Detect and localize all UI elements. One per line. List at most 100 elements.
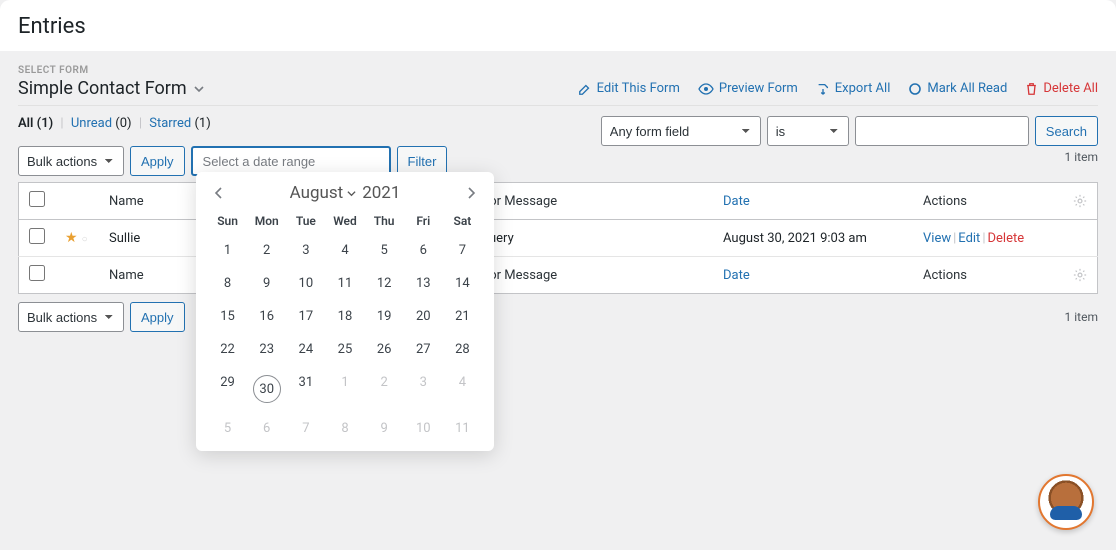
help-mascot-button[interactable]: [1038, 474, 1094, 530]
prev-month-button[interactable]: [208, 182, 230, 204]
form-selector[interactable]: Simple Contact Form: [18, 78, 205, 99]
form-name-text: Simple Contact Form: [18, 78, 187, 99]
calendar-day[interactable]: 23: [247, 333, 286, 366]
star-icon[interactable]: ★: [65, 230, 78, 246]
chevron-down-icon: [193, 83, 205, 95]
calendar-day[interactable]: 8: [325, 412, 364, 445]
table-row[interactable]: ★○ Sullie Pre-Sale Query August 30, 2021…: [19, 220, 1098, 257]
calendar-day[interactable]: 5: [365, 234, 404, 267]
gear-icon[interactable]: [1073, 194, 1087, 208]
select-all-checkbox[interactable]: [29, 191, 45, 207]
preview-form-link[interactable]: Preview Form: [698, 81, 798, 96]
bulk-actions-select[interactable]: Bulk actions: [18, 146, 124, 176]
dow-label: Wed: [325, 210, 364, 234]
calendar-day[interactable]: 19: [365, 300, 404, 333]
calendar-day[interactable]: 6: [247, 412, 286, 445]
item-count-top: 1 item: [1065, 150, 1098, 164]
chevron-down-icon: [347, 189, 356, 198]
calendar-day[interactable]: 8: [208, 267, 247, 300]
pencil-icon: [578, 82, 592, 96]
apply-button-bottom[interactable]: Apply: [130, 302, 185, 332]
col-date[interactable]: Date: [713, 183, 913, 220]
calendar-day[interactable]: 29: [208, 366, 247, 412]
edit-form-label: Edit This Form: [597, 81, 680, 96]
status-unread[interactable]: Unread (0): [71, 116, 132, 131]
calendar-day[interactable]: 3: [404, 366, 443, 412]
export-icon: [816, 82, 830, 96]
calendar-day[interactable]: 20: [404, 300, 443, 333]
calendar-day[interactable]: 24: [286, 333, 325, 366]
calendar-day[interactable]: 13: [404, 267, 443, 300]
calendar-day[interactable]: 1: [208, 234, 247, 267]
search-button[interactable]: Search: [1035, 116, 1098, 146]
calendar-day[interactable]: 7: [443, 234, 482, 267]
eye-icon: [698, 82, 714, 96]
calendar-day[interactable]: 2: [247, 234, 286, 267]
apply-button[interactable]: Apply: [130, 146, 185, 176]
calendar-day[interactable]: 30: [247, 366, 286, 412]
page-title: Entries: [18, 14, 1098, 39]
status-starred[interactable]: Starred (1): [149, 116, 211, 131]
col-actions-foot: Actions: [913, 257, 1063, 294]
search-input[interactable]: [855, 116, 1029, 146]
dow-label: Sun: [208, 210, 247, 234]
delete-all-label: Delete All: [1043, 81, 1098, 96]
calendar-day[interactable]: 12: [365, 267, 404, 300]
calendar-day[interactable]: 10: [404, 412, 443, 445]
row-edit-link[interactable]: Edit: [958, 231, 980, 246]
calendar-day[interactable]: 16: [247, 300, 286, 333]
next-month-button[interactable]: [460, 182, 482, 204]
month-select[interactable]: August: [290, 183, 357, 203]
calendar-day[interactable]: 21: [443, 300, 482, 333]
row-view-link[interactable]: View: [923, 231, 951, 246]
row-delete-link[interactable]: Delete: [988, 231, 1025, 246]
status-links: All (1) | Unread (0) | Starred (1): [18, 116, 211, 131]
calendar-day[interactable]: 26: [365, 333, 404, 366]
field-select[interactable]: Any form field: [601, 116, 761, 146]
calendar-day[interactable]: 17: [286, 300, 325, 333]
trash-icon: [1025, 82, 1038, 96]
calendar-day[interactable]: 31: [286, 366, 325, 412]
select-form-label: SELECT FORM: [18, 65, 1098, 76]
bulk-actions-select-bottom[interactable]: Bulk actions: [18, 302, 124, 332]
calendar-day[interactable]: 14: [443, 267, 482, 300]
edit-form-link[interactable]: Edit This Form: [578, 81, 680, 96]
calendar-day[interactable]: 7: [286, 412, 325, 445]
gear-icon[interactable]: [1073, 268, 1087, 282]
mark-all-read-link[interactable]: Mark All Read: [908, 81, 1007, 96]
entries-table: Name Comment or Message Date Actions ★○ …: [18, 182, 1098, 294]
select-all-checkbox-bottom[interactable]: [29, 265, 45, 281]
dow-label: Thu: [365, 210, 404, 234]
export-all-link[interactable]: Export All: [816, 81, 891, 96]
mark-all-read-label: Mark All Read: [927, 81, 1007, 96]
status-all[interactable]: All (1): [18, 116, 53, 131]
year-label[interactable]: 2021: [362, 183, 400, 203]
calendar-day[interactable]: 11: [443, 412, 482, 445]
col-actions: Actions: [913, 183, 1063, 220]
calendar-day[interactable]: 18: [325, 300, 364, 333]
export-all-label: Export All: [835, 81, 891, 96]
cell-date: August 30, 2021 9:03 am: [713, 220, 913, 257]
calendar-day[interactable]: 15: [208, 300, 247, 333]
calendar-day[interactable]: 3: [286, 234, 325, 267]
calendar-day[interactable]: 4: [325, 234, 364, 267]
operator-select[interactable]: is: [767, 116, 849, 146]
calendar-day[interactable]: 11: [325, 267, 364, 300]
delete-all-link[interactable]: Delete All: [1025, 81, 1098, 96]
calendar-day[interactable]: 5: [208, 412, 247, 445]
calendar-day[interactable]: 9: [247, 267, 286, 300]
calendar-day[interactable]: 6: [404, 234, 443, 267]
calendar-day[interactable]: 27: [404, 333, 443, 366]
calendar-day[interactable]: 1: [325, 366, 364, 412]
read-indicator[interactable]: ○: [82, 234, 88, 245]
calendar-day[interactable]: 25: [325, 333, 364, 366]
calendar-day[interactable]: 10: [286, 267, 325, 300]
calendar-day[interactable]: 4: [443, 366, 482, 412]
row-checkbox[interactable]: [29, 228, 45, 244]
item-count-bottom: 1 item: [1065, 310, 1098, 324]
calendar-day[interactable]: 9: [365, 412, 404, 445]
col-date-foot[interactable]: Date: [713, 257, 913, 294]
calendar-day[interactable]: 2: [365, 366, 404, 412]
calendar-day[interactable]: 22: [208, 333, 247, 366]
calendar-day[interactable]: 28: [443, 333, 482, 366]
